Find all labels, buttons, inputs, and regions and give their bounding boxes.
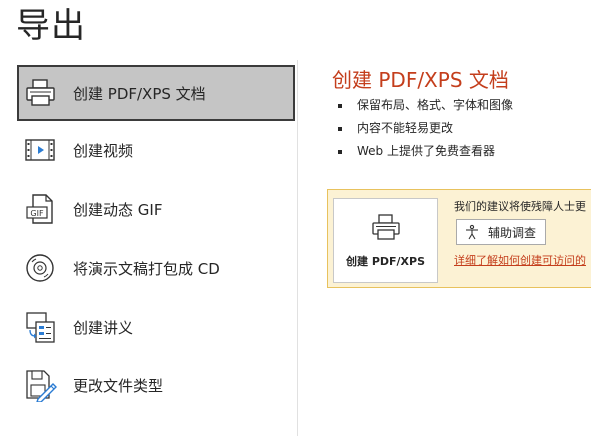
bullet-icon xyxy=(338,103,342,108)
accessibility-message: 我们的建议将使残障人士更 xyxy=(454,200,586,213)
page-title: 导出 xyxy=(16,6,86,46)
feature-list: 保留布局、格式、字体和图像 内容不能轻易更改 Web 上提供了免费查看器 xyxy=(338,94,513,163)
printer-icon xyxy=(23,75,59,111)
video-film-icon xyxy=(23,132,59,168)
svg-text:GIF: GIF xyxy=(30,209,44,218)
nav-item-create-handouts[interactable]: 创建讲义 xyxy=(17,299,295,355)
create-pdf-xps-label: 创建 PDF/XPS xyxy=(345,254,426,268)
bullet-icon xyxy=(338,149,342,154)
nav-item-create-gif[interactable]: GIF 创建动态 GIF xyxy=(17,181,295,237)
nav-item-label: 创建视频 xyxy=(73,141,134,160)
handout-icon xyxy=(23,309,59,345)
create-pdf-xps-button[interactable]: 创建 PDF/XPS xyxy=(333,198,438,283)
list-item: 内容不能轻易更改 xyxy=(338,117,513,140)
nav-item-package-cd[interactable]: 将演示文稿打包成 CD xyxy=(17,240,295,296)
printer-icon xyxy=(371,213,401,245)
learn-more-link[interactable]: 详细了解如何创建可访问的 xyxy=(454,252,586,268)
list-item: Web 上提供了免费查看器 xyxy=(338,140,513,163)
change-file-type-icon xyxy=(23,367,59,403)
nav-item-create-pdf-xps[interactable]: 创建 PDF/XPS 文档 xyxy=(17,65,295,121)
accessibility-panel: 创建 PDF/XPS 我们的建议将使残障人士更 辅助调查 详细了解如何创建可访问… xyxy=(327,189,591,288)
nav-item-label: 更改文件类型 xyxy=(73,376,164,395)
accessibility-check-button[interactable]: 辅助调查 xyxy=(456,219,546,245)
accessibility-icon xyxy=(464,224,480,240)
nav-item-create-video[interactable]: 创建视频 xyxy=(17,122,295,178)
cd-disc-icon xyxy=(23,250,59,286)
nav-item-label: 将演示文稿打包成 CD xyxy=(73,259,220,278)
accessibility-check-label: 辅助调查 xyxy=(488,225,537,240)
gif-file-icon: GIF xyxy=(23,191,59,227)
detail-title: 创建 PDF/XPS 文档 xyxy=(332,68,509,92)
list-item: 保留布局、格式、字体和图像 xyxy=(338,94,513,117)
nav-item-label: 创建动态 GIF xyxy=(73,200,163,219)
bullet-icon xyxy=(338,126,342,131)
export-nav: 创建 PDF/XPS 文档 创建视频 GIF 创建动态 GIF 将演示文稿打包成… xyxy=(0,60,298,436)
nav-item-change-file-type[interactable]: 更改文件类型 xyxy=(17,357,295,413)
nav-item-label: 创建讲义 xyxy=(73,318,134,337)
nav-item-label: 创建 PDF/XPS 文档 xyxy=(73,84,206,103)
